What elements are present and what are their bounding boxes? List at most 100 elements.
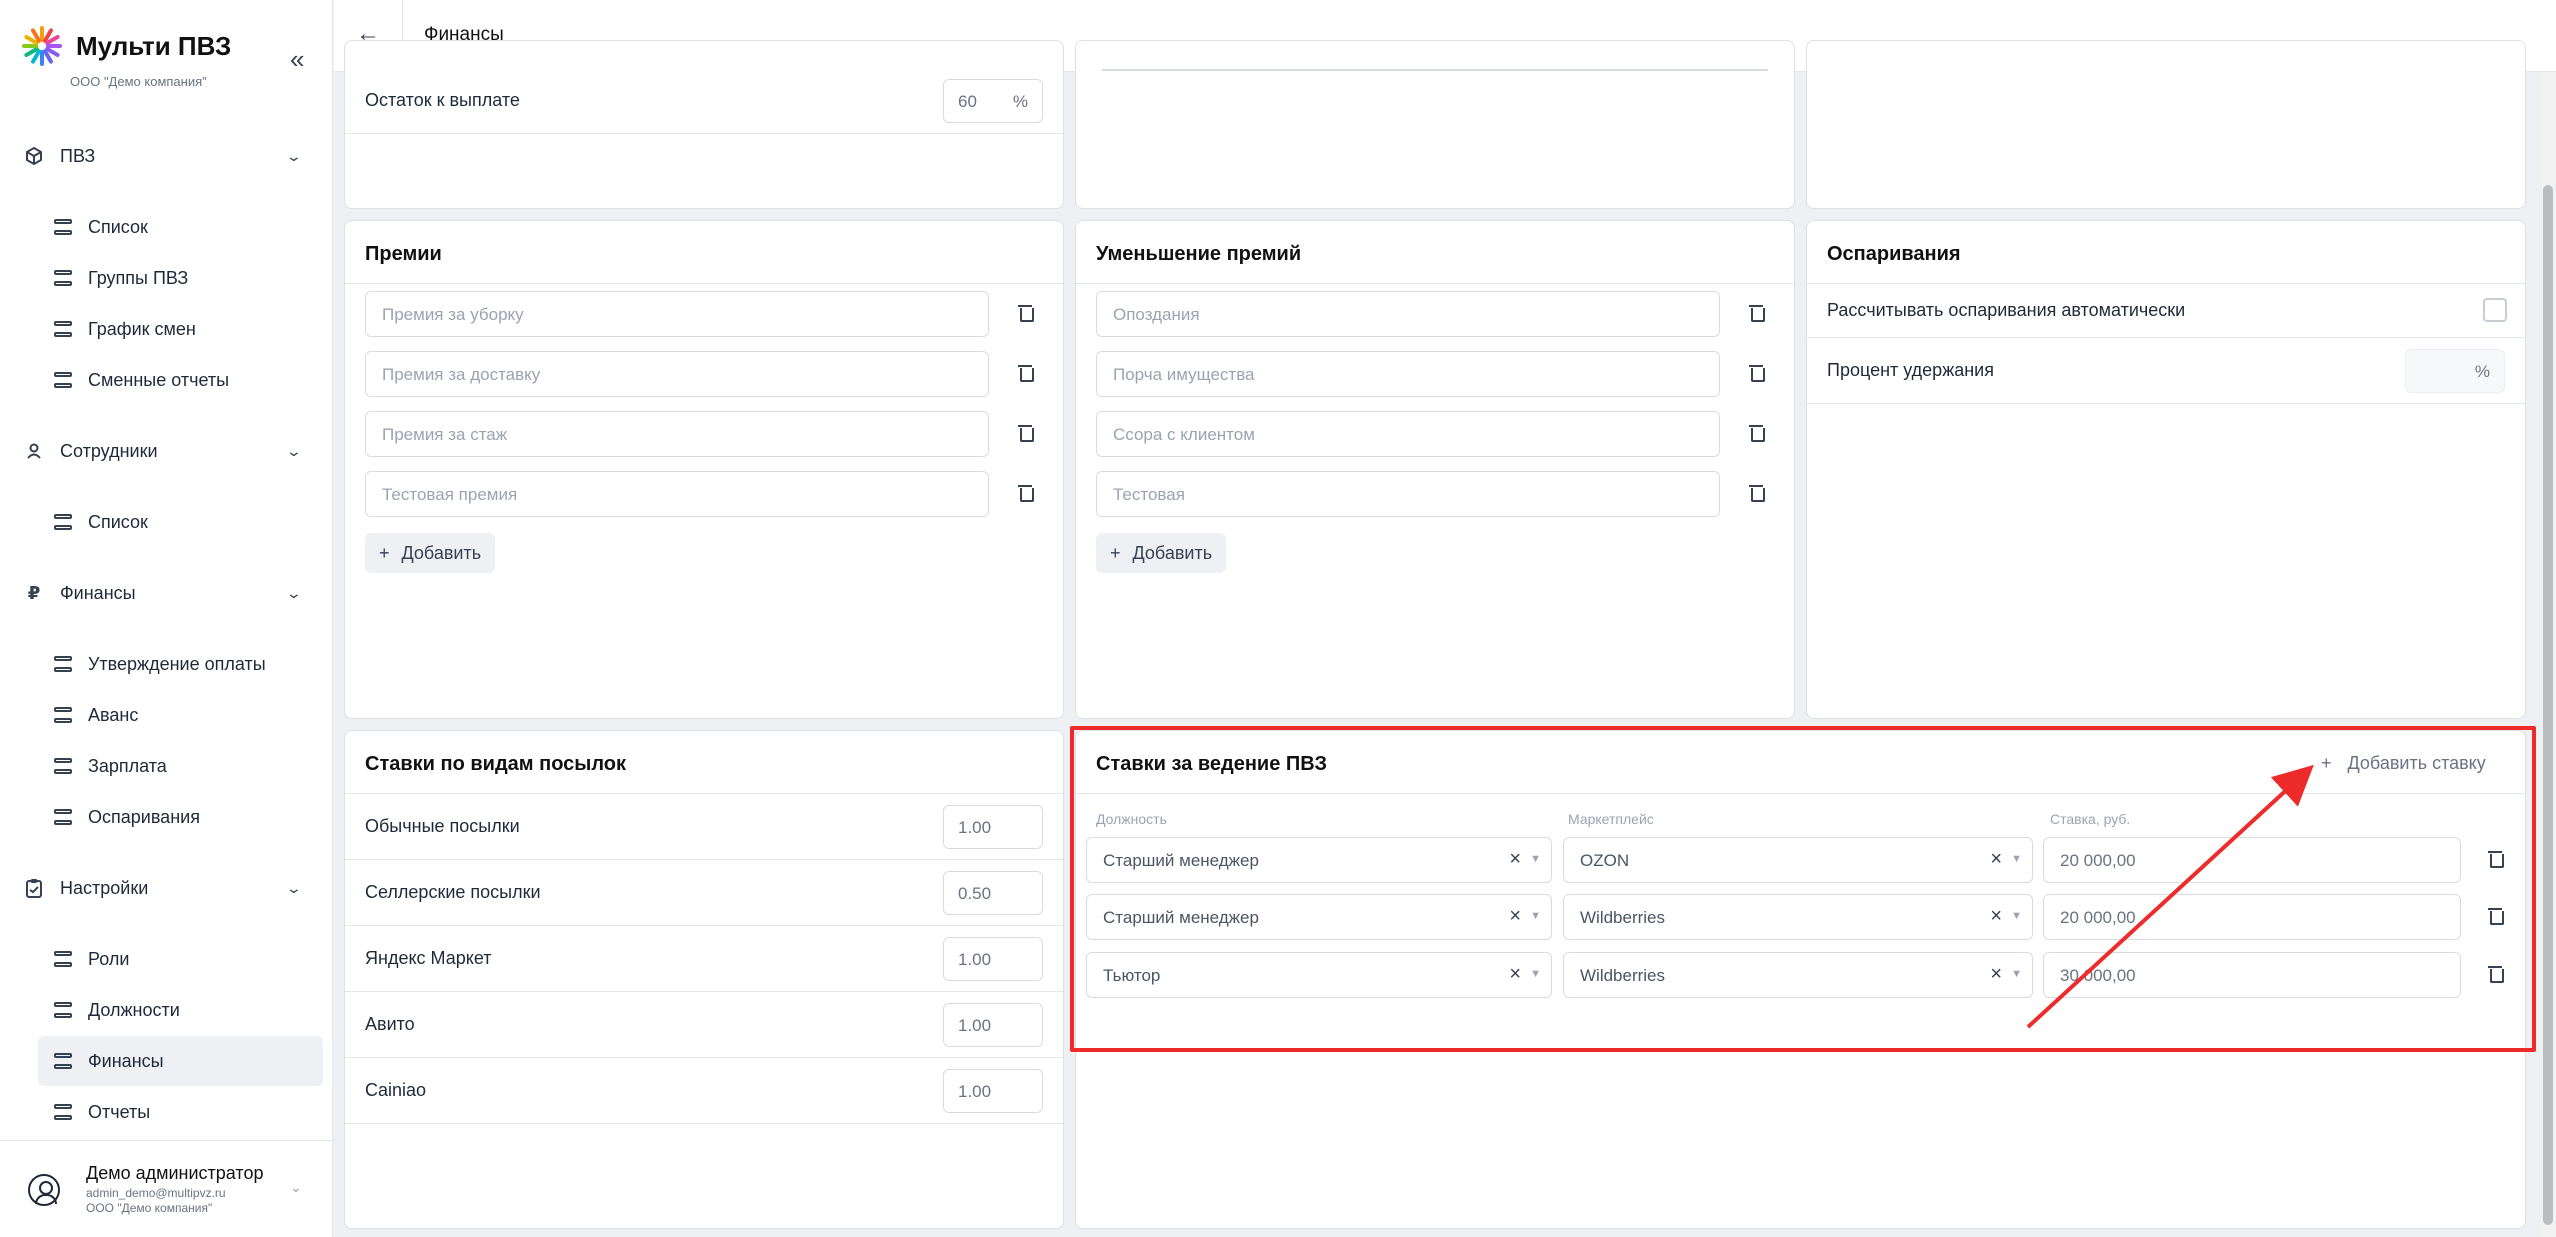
avatar-icon (28, 1174, 60, 1206)
plus-icon: + (2321, 753, 2332, 773)
add-bonus-button[interactable]: + Добавить (365, 533, 496, 573)
sidebar-item-label: Аванс (88, 704, 139, 725)
reduction-input[interactable]: Порча имущества (1096, 351, 1720, 397)
auto-disputes-checkbox[interactable] (2483, 298, 2507, 322)
clear-icon[interactable]: × (1509, 848, 1521, 871)
card-top-middle (1075, 40, 1795, 209)
user-menu[interactable]: Демо администратор admin_demo@multipvz.r… (0, 1140, 333, 1237)
sidebar-item-label: Финансы (88, 1050, 164, 1071)
reduction-input[interactable]: Тестовая (1096, 471, 1720, 517)
sidebar-item-shift-reports[interactable]: Сменные отчеты (38, 355, 323, 405)
parcel-rate-input[interactable]: 1.00 (943, 937, 1043, 981)
sidebar-section-pvz[interactable]: ПВЗ ⌄ (0, 136, 333, 176)
reduction-input[interactable]: Опоздания (1096, 291, 1720, 337)
sidebar-item-label: Группы ПВЗ (88, 267, 189, 288)
bonus-input[interactable]: Премия за стаж (365, 411, 989, 457)
trash-icon[interactable] (1018, 304, 1034, 322)
sidebar-item-salary[interactable]: Зарплата (38, 741, 323, 791)
reduction-input[interactable]: Ссора с клиентом (1096, 411, 1720, 457)
list-icon (54, 1104, 72, 1120)
rate-input[interactable]: 30 000,00 (2043, 952, 2461, 998)
add-button-label: Добавить (401, 542, 482, 563)
parcel-rate-row: Cainiao 1.00 (345, 1058, 1063, 1124)
rate-input[interactable]: 20 000,00 (2043, 894, 2461, 940)
clear-icon[interactable]: × (1990, 963, 2002, 986)
trash-icon[interactable] (1749, 484, 1765, 502)
sidebar-item-settings-finance[interactable]: Финансы (38, 1036, 323, 1086)
sidebar-item-pvz-groups[interactable]: Группы ПВЗ (38, 253, 323, 303)
chevron-down-icon[interactable]: ▼ (1530, 853, 1541, 865)
parcel-rate-input[interactable]: 1.00 (943, 1069, 1043, 1113)
parcel-rate-input[interactable]: 1.00 (943, 1003, 1043, 1047)
trash-icon[interactable] (2488, 907, 2504, 925)
divider (1076, 283, 1794, 284)
position-select[interactable]: Старший менеджер × ▼ (1086, 894, 1552, 940)
column-header-position: Должность (1096, 811, 1167, 827)
reductions-title: Уменьшение премий (1096, 243, 1302, 265)
parcel-rate-row: Обычные посылки 1.00 (345, 794, 1063, 860)
trash-icon[interactable] (1749, 364, 1765, 382)
bonus-input[interactable]: Премия за уборку (365, 291, 989, 337)
sidebar-section-settings[interactable]: Настройки ⌄ (0, 868, 333, 908)
trash-icon[interactable] (1749, 424, 1765, 442)
sidebar-item-disputes[interactable]: Оспаривания (38, 792, 323, 842)
app-name: Мульти ПВЗ (76, 30, 232, 61)
selected-value: Старший менеджер (1103, 908, 1259, 927)
sidebar-item-advance[interactable]: Аванс (38, 690, 323, 740)
chevron-down-icon[interactable]: ▼ (2011, 853, 2022, 865)
retention-percent-input[interactable]: % (2405, 349, 2505, 393)
parcel-type-label: Обычные посылки (365, 816, 520, 836)
sidebar-item-shift-schedule[interactable]: График смен (38, 304, 323, 354)
payout-percent-input[interactable]: 60 % (943, 79, 1043, 123)
parcel-rate-input[interactable]: 1.00 (943, 805, 1043, 849)
sidebar-item-label: Список (88, 511, 148, 532)
chevron-down-icon: ⌄ (285, 442, 303, 459)
add-reduction-button[interactable]: + Добавить (1096, 533, 1227, 573)
chevron-down-icon[interactable]: ▼ (1530, 910, 1541, 922)
trash-icon[interactable] (1018, 424, 1034, 442)
selected-value: Wildberries (1580, 908, 1666, 927)
parcel-type-label: Авито (365, 1014, 415, 1034)
marketplace-select[interactable]: OZON × ▼ (1563, 837, 2033, 883)
marketplace-select[interactable]: Wildberries × ▼ (1563, 952, 2033, 998)
sidebar-item-reports[interactable]: Отчеты (38, 1087, 323, 1137)
sidebar-section-finance[interactable]: ₽ Финансы ⌄ (0, 573, 333, 613)
scrollbar-thumb[interactable] (2543, 185, 2553, 1225)
sidebar-item-positions[interactable]: Должности (38, 985, 323, 1035)
clear-icon[interactable]: × (1990, 905, 2002, 928)
position-select[interactable]: Тьютор × ▼ (1086, 952, 1552, 998)
position-select[interactable]: Старший менеджер × ▼ (1086, 837, 1552, 883)
bonus-input[interactable]: Премия за доставку (365, 351, 989, 397)
trash-icon[interactable] (1018, 364, 1034, 382)
sidebar-item-roles[interactable]: Роли (38, 934, 323, 984)
app-logo[interactable]: Мульти ПВЗ (20, 24, 231, 68)
trash-icon[interactable] (1018, 484, 1034, 502)
chevron-down-icon[interactable]: ▼ (1530, 968, 1541, 980)
trash-icon[interactable] (2488, 850, 2504, 868)
retention-label: Процент удержания (1827, 360, 1994, 380)
percent-unit: % (1012, 92, 1028, 111)
bonus-input[interactable]: Тестовая премия (365, 471, 989, 517)
sidebar-item-payment-approval[interactable]: Утверждение оплаты (38, 639, 323, 689)
collapse-sidebar-icon[interactable]: « (290, 44, 304, 75)
column-header-rate: Ставка, руб. (2050, 811, 2131, 827)
chevron-down-icon[interactable]: ▼ (2011, 910, 2022, 922)
list-icon (54, 1002, 72, 1018)
rate-input[interactable]: 20 000,00 (2043, 837, 2461, 883)
add-rate-button[interactable]: + Добавить ставку (2321, 753, 2486, 774)
clear-icon[interactable]: × (1509, 905, 1521, 928)
payout-label: Остаток к выплате (365, 90, 520, 110)
sidebar-item-employees-list[interactable]: Список (38, 497, 323, 547)
marketplace-select[interactable]: Wildberries × ▼ (1563, 894, 2033, 940)
clear-icon[interactable]: × (1509, 963, 1521, 986)
sidebar-item-pvz-list[interactable]: Список (38, 202, 323, 252)
parcel-rates-card: Ставки по видам посылок Обычные посылки … (344, 730, 1064, 1229)
trash-icon[interactable] (2488, 965, 2504, 983)
clear-icon[interactable]: × (1990, 848, 2002, 871)
parcel-rate-input[interactable]: 0.50 (943, 871, 1043, 915)
chevron-down-icon[interactable]: ▼ (2011, 968, 2022, 980)
sidebar-section-employees[interactable]: Сотрудники ⌄ (0, 431, 333, 471)
sidebar-section-label: Финансы (60, 582, 136, 603)
logo-icon (22, 26, 62, 66)
trash-icon[interactable] (1749, 304, 1765, 322)
